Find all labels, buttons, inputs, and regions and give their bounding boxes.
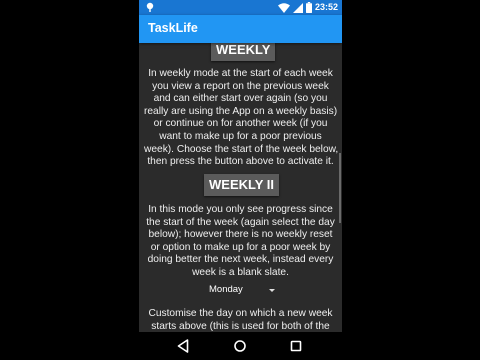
text-line: the start of the week (again select the … (146, 216, 335, 228)
status-bar: 23:52 (139, 0, 342, 15)
dropdown-arrow-icon (269, 289, 275, 292)
dropdown-value: Monday (209, 284, 243, 295)
text-line: then press the button above to activate … (147, 156, 334, 168)
navigation-bar (139, 332, 342, 360)
status-icons: 23:52 (277, 1, 338, 14)
weekly-ii-mode-button[interactable]: WEEKLY II (204, 174, 280, 196)
app-bar: TaskLife (139, 15, 342, 43)
weekly-mode-button[interactable]: WEEKLY (211, 43, 276, 61)
text-line: want to make up for a poor previous (159, 130, 322, 142)
customise-description: Customise the day on which a new week st… (144, 308, 337, 332)
text-line: In this mode you only see progress since (148, 204, 333, 215)
signal-icon (292, 2, 303, 13)
status-time: 23:52 (314, 2, 338, 12)
weekly-ii-description: In this mode you only see progress since… (144, 204, 337, 280)
text-line: In weekly mode at the start of each week (148, 68, 333, 79)
text-line: and can either start over again (so you (153, 93, 328, 105)
scrollbar-thumb[interactable] (339, 153, 341, 223)
text-line: week is a blank slate. (192, 266, 289, 278)
notification-dot-icon (145, 2, 155, 13)
phone-screen: 23:52 TaskLife WEEKLY In weekly mode at … (139, 0, 342, 360)
recents-icon[interactable] (288, 338, 304, 354)
text-line: Customise the day on which a new week (148, 308, 333, 319)
text-line: or option to make up for a poor week by (150, 241, 331, 253)
text-line: below); however there is no weekly reset (148, 229, 333, 241)
battery-icon (305, 2, 312, 13)
weekly-description: In weekly mode at the start of each week… (144, 68, 339, 169)
home-icon[interactable] (232, 338, 248, 354)
text-line: starts above (this is used for both of t… (151, 320, 330, 332)
wifi-icon (277, 2, 290, 13)
back-icon[interactable] (175, 338, 191, 354)
text-line: week). Choose the start of the week belo… (144, 143, 339, 155)
week-start-day-select[interactable]: Monday (205, 283, 281, 299)
app-title: TaskLife (148, 21, 198, 35)
content-scroll-area[interactable]: WEEKLY In weekly mode at the start of ea… (139, 43, 342, 332)
text-line: doing better the next week, instead ever… (147, 254, 334, 266)
text-line: really are using the App on a weekly bas… (144, 105, 338, 117)
text-line: you view a report on the previous week (152, 80, 329, 92)
text-line: or continue on for another week (if you (153, 118, 328, 130)
